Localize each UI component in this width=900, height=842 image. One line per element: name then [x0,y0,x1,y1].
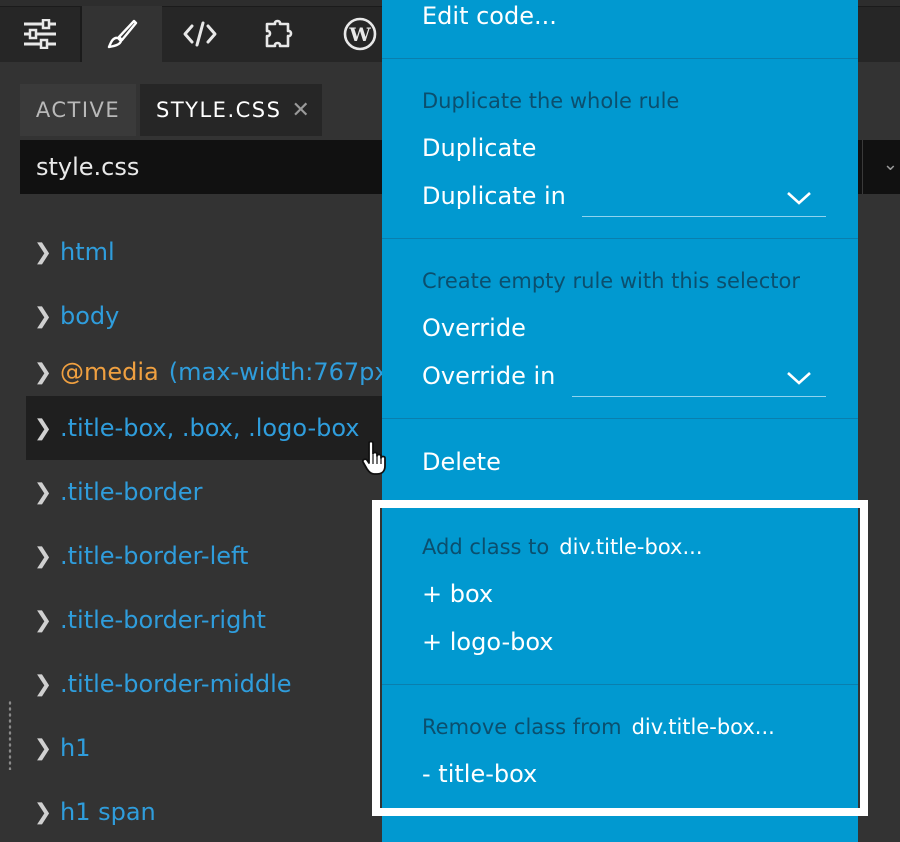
chevron-right-icon[interactable]: ❯ [26,544,60,569]
tool-button-extensions[interactable] [240,6,320,62]
chevron-down-icon [787,372,811,385]
chevron-right-icon[interactable]: ❯ [26,672,60,697]
brush-icon [107,19,138,49]
menu-separator [382,684,858,685]
sliders-icon [24,19,56,49]
chevron-down-icon [787,192,811,205]
menu-override[interactable]: Override [422,314,526,342]
chevron-right-icon[interactable]: ❯ [26,416,60,441]
wordpress-icon: W [343,17,377,51]
menu-remove-class-heading: Remove class from div.title-box... [422,715,775,739]
panel-resize-handle[interactable] [8,700,12,770]
rule-selector: body [60,302,120,330]
chevron-right-icon[interactable]: ❯ [26,608,60,633]
rule-selector: .title-box, .box, .logo-box [60,414,360,442]
menu-separator [382,238,858,239]
chevron-right-icon[interactable]: ❯ [26,360,60,385]
menu-override-in[interactable]: Override in [422,362,555,390]
override-in-select[interactable] [572,360,826,397]
tool-button-code[interactable] [160,6,240,62]
menu-edit-code[interactable]: Edit code... [422,2,557,30]
rule-selector: h1 span [60,798,156,826]
menu-duplicate-heading: Duplicate the whole rule [422,89,680,113]
stylesheet-select-value: style.css [36,153,140,181]
rule-selector: html [60,238,115,266]
add-class-label: Add class to [422,535,550,559]
menu-add-box[interactable]: + box [422,580,493,608]
tool-button-properties[interactable] [0,6,80,62]
close-icon[interactable]: ✕ [291,98,309,123]
chevron-right-icon[interactable]: ❯ [26,480,60,505]
svg-text:W: W [348,24,371,46]
tool-button-style[interactable] [80,6,162,62]
rule-context-menu: Edit code... Duplicate the whole rule Du… [382,0,858,842]
chevron-right-icon[interactable]: ❯ [26,304,60,329]
menu-separator [382,58,858,59]
chevron-down-icon: ⌄ [882,154,898,175]
menu-delete[interactable]: Delete [422,448,501,476]
add-class-target: div.title-box... [559,535,703,559]
tab-style-css-label: STYLE.CSS [156,98,282,122]
menu-create-heading: Create empty rule with this selector [422,269,800,293]
remove-class-target: div.title-box... [631,715,775,739]
chevron-right-icon[interactable]: ❯ [26,240,60,265]
rule-selector: .title-border-middle [60,670,292,698]
rule-selector: .title-border [60,478,203,506]
menu-duplicate[interactable]: Duplicate [422,134,536,162]
media-query: (max-width:767px [168,358,389,386]
duplicate-in-select[interactable] [582,180,826,217]
rule-selector: .title-border-left [60,542,249,570]
menu-duplicate-in[interactable]: Duplicate in [422,182,566,210]
code-icon [183,21,217,47]
puzzle-icon [265,19,293,48]
tab-active-label: ACTIVE [35,98,121,122]
rule-selector: .title-border-right [60,606,266,634]
chevron-right-icon[interactable]: ❯ [26,800,60,825]
rule-selector: h1 [60,734,91,762]
hand-cursor-icon [361,440,386,475]
remove-class-label: Remove class from [422,715,622,739]
menu-remove-title-box[interactable]: - title-box [422,760,537,788]
menu-add-logo-box[interactable]: + logo-box [422,628,554,656]
select-divider [862,140,863,194]
tab-style-css[interactable]: STYLE.CSS ✕ [140,84,322,136]
chevron-right-icon[interactable]: ❯ [26,736,60,761]
media-keyword: @media [60,358,159,386]
tab-active[interactable]: ACTIVE [20,84,136,136]
menu-add-class-heading: Add class to div.title-box... [422,535,703,559]
menu-separator [382,418,858,419]
